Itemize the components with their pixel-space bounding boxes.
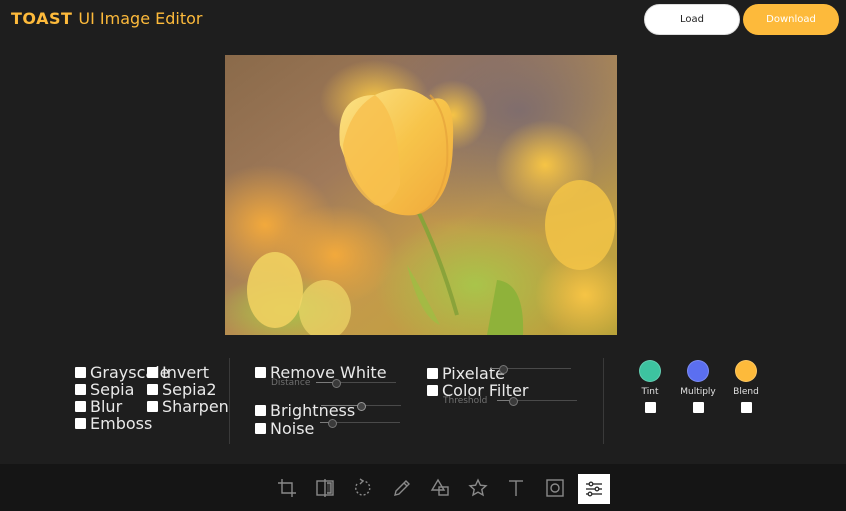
rotate-icon[interactable]: [350, 475, 376, 501]
filter-icon[interactable]: [578, 474, 610, 504]
slider-thumb[interactable]: [357, 402, 366, 411]
image-canvas[interactable]: [225, 55, 617, 335]
checkbox-box[interactable]: [147, 401, 158, 412]
multiply-checkbox[interactable]: [692, 402, 704, 413]
distance-slider[interactable]: [316, 379, 396, 388]
shape-icon[interactable]: [427, 475, 453, 501]
blend-color-swatch[interactable]: [735, 360, 757, 382]
noise-slider[interactable]: [320, 419, 400, 428]
tulip-photo: [225, 55, 617, 335]
pixelate-slider[interactable]: [491, 365, 571, 374]
tint-checkbox[interactable]: [644, 402, 656, 413]
tint-color-swatch[interactable]: [639, 360, 661, 382]
tint-control: Tint: [630, 360, 670, 413]
blend-control: Blend: [726, 360, 766, 413]
multiply-label: Multiply: [680, 387, 716, 397]
slider-thumb[interactable]: [499, 365, 508, 374]
download-button[interactable]: Download: [743, 4, 839, 35]
checkbox-box[interactable]: [427, 385, 438, 396]
multiply-control: Multiply: [678, 360, 718, 413]
slider-fill: [321, 405, 361, 406]
noise-label: Noise: [270, 419, 315, 438]
icon-icon[interactable]: [465, 475, 491, 501]
blend-label: Blend: [733, 387, 759, 397]
logo-app-name: UI Image Editor: [78, 8, 203, 28]
panel-divider: [603, 358, 604, 444]
checkbox-box[interactable]: [75, 418, 86, 429]
slider-thumb[interactable]: [328, 419, 337, 428]
bottom-toolbar: [0, 464, 846, 511]
sharpen-checkbox[interactable]: Sharpen: [147, 397, 229, 416]
load-button[interactable]: Load: [644, 4, 740, 35]
logo-brand-text: TOAST: [11, 8, 73, 28]
crop-icon[interactable]: [274, 475, 300, 501]
flip-icon[interactable]: [312, 475, 338, 501]
checkbox-box[interactable]: [147, 384, 158, 395]
checkbox-box[interactable]: [75, 384, 86, 395]
threshold-label: Threshold: [443, 396, 488, 406]
threshold-slider[interactable]: [497, 397, 577, 406]
slider-thumb[interactable]: [509, 397, 518, 406]
text-icon[interactable]: [503, 475, 529, 501]
emboss-checkbox[interactable]: Emboss: [75, 414, 152, 433]
multiply-color-swatch[interactable]: [687, 360, 709, 382]
checkbox-box[interactable]: [255, 423, 266, 434]
checkbox-box[interactable]: [255, 367, 266, 378]
panel-divider: [229, 358, 230, 444]
app-logo: TOAST UI Image Editor: [11, 8, 202, 28]
mask-icon[interactable]: [542, 475, 568, 501]
distance-label: Distance: [271, 378, 311, 388]
brightness-slider[interactable]: [321, 402, 401, 411]
checkbox-box[interactable]: [75, 367, 86, 378]
checkbox-box[interactable]: [427, 368, 438, 379]
checkbox-box[interactable]: [147, 367, 158, 378]
checkbox-box[interactable]: [255, 405, 266, 416]
slider-thumb[interactable]: [332, 379, 341, 388]
tint-label: Tint: [641, 387, 659, 397]
sharpen-label: Sharpen: [162, 397, 229, 416]
blend-checkbox[interactable]: [740, 402, 752, 413]
noise-checkbox[interactable]: Noise: [255, 419, 314, 438]
checkbox-box[interactable]: [75, 401, 86, 412]
emboss-label: Emboss: [90, 414, 153, 433]
draw-icon[interactable]: [389, 475, 415, 501]
